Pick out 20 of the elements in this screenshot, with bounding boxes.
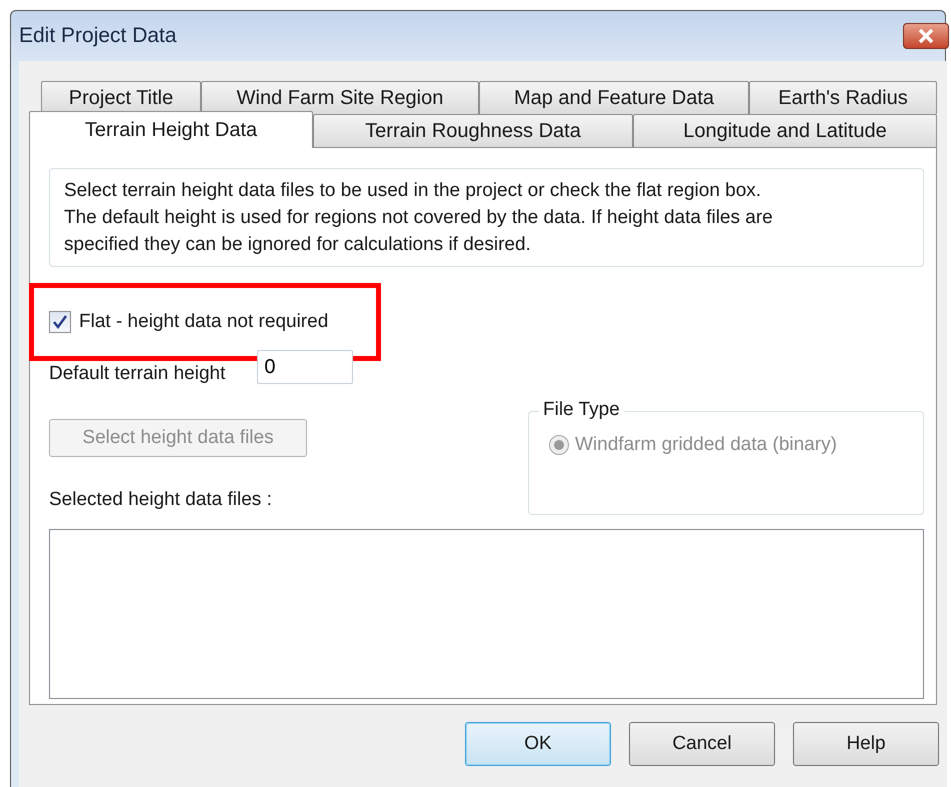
dialog-button[interactable]: Cancel xyxy=(629,722,775,766)
tab[interactable]: Terrain Roughness Data xyxy=(313,114,633,147)
input-field[interactable]: 0 xyxy=(257,350,354,384)
checkbox-label: Flat - height data not required xyxy=(79,311,328,333)
tab[interactable]: Wind Farm Site Region xyxy=(201,81,479,114)
list-label: Selected height data files : xyxy=(49,489,273,511)
tab[interactable]: Terrain Height Data xyxy=(29,111,313,148)
tab[interactable]: Earth's Radius xyxy=(749,81,937,114)
dialog-button[interactable]: Help xyxy=(793,722,939,766)
tab[interactable]: Longitude and Latitude xyxy=(633,114,937,147)
group-title: File Type xyxy=(539,399,624,421)
tab[interactable]: Map and Feature Data xyxy=(479,81,749,114)
radio-label: Windfarm gridded data (binary) xyxy=(575,434,837,456)
dialog-button[interactable]: OK xyxy=(465,722,611,766)
field-label: Default terrain height xyxy=(49,363,226,385)
description-text: Select terrain height data files to be used in the project or check the flat region box. The default height is used for regions not covered by the data. If height data files are specified they can be ignored for calculations if desired. xyxy=(49,168,924,267)
checkbox[interactable] xyxy=(49,311,71,333)
window-title: Edit Project Data xyxy=(19,24,177,48)
tab[interactable]: Project Title xyxy=(41,81,201,114)
close-icon[interactable] xyxy=(903,23,949,49)
